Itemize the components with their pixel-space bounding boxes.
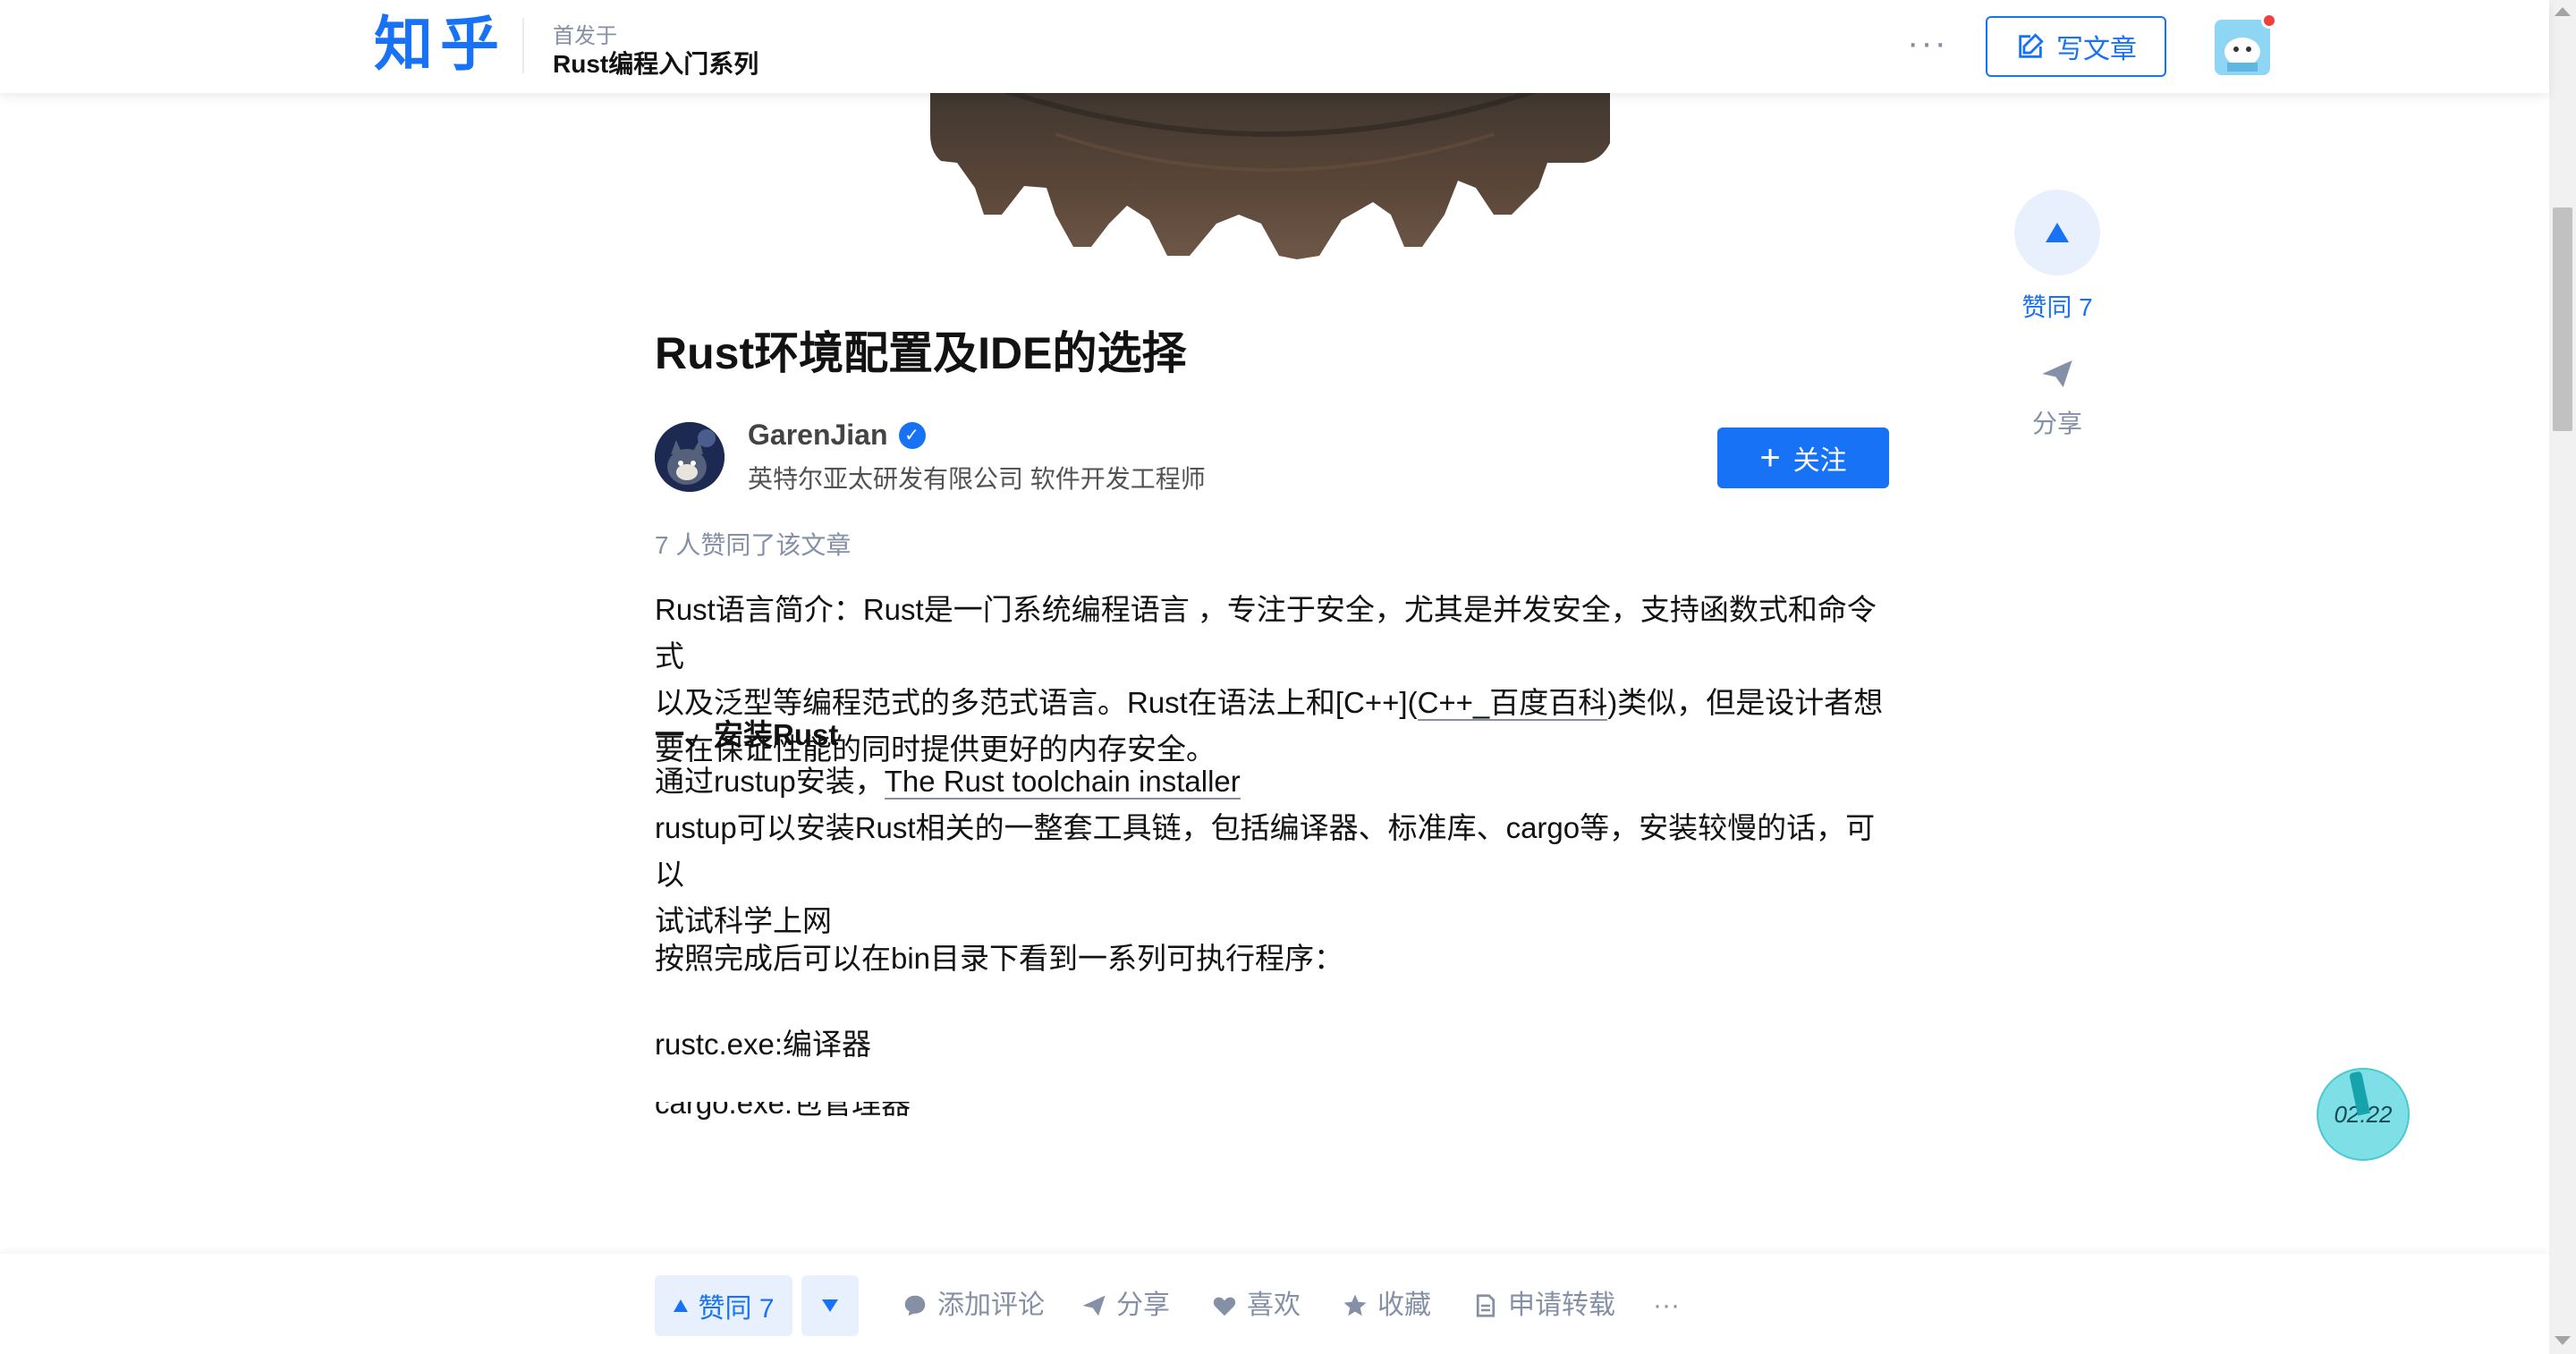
rustup-installer-link[interactable]: The Rust toolchain installer [884,765,1241,800]
scroll-down-arrow[interactable] [2555,1336,2571,1345]
heart-icon [1213,1297,1236,1316]
publication-title[interactable]: Rust编程入门系列 [553,45,758,80]
share-label: 分享 [1116,1291,1170,1320]
vote-up-label: 赞同 7 [698,1294,775,1324]
bottom-action-bar: 赞同 7 添加评论 分享 喜欢 收藏 申请转载 ··· [0,1254,2549,1354]
header-divider [522,18,524,73]
author-name-row: GarenJian ✓ [748,419,926,452]
collect-button[interactable]: 收藏 [1342,1288,1431,1324]
repost-request-button[interactable]: 申请转载 [1472,1288,1615,1324]
top-navbar: 知乎 首发于 Rust编程入门系列 ··· 写文章 [0,0,2549,93]
side-vote-up-button[interactable] [2014,190,2100,275]
paper-plane-icon[interactable] [2039,356,2075,392]
triangle-up-icon [674,1299,689,1312]
author-avatar[interactable] [655,422,724,492]
edit-icon [2019,33,2044,58]
more-menu-button[interactable]: ··· [1907,25,1948,61]
like-label: 喜欢 [1247,1291,1301,1320]
article-cover-image [930,80,1610,259]
rustc-paragraph: rustc.exe:编译器 [655,1028,872,1061]
comment-bubble-icon [904,1295,926,1316]
scroll-up-arrow[interactable] [2555,7,2571,16]
rustup-paragraph: rustup可以安装Rust相关的一整套工具链，包括编译器、标准库、cargo等… [655,805,1889,944]
side-share-label[interactable]: 分享 [1996,404,2118,440]
follow-label: 关注 [1792,446,1847,476]
install-prefix: 通过rustup安装， [655,765,885,798]
plus-icon: + [1759,438,1781,478]
vote-down-button[interactable] [801,1275,859,1336]
follow-button[interactable]: + 关注 [1717,427,1889,488]
user-avatar[interactable] [2215,20,2270,75]
like-button[interactable]: 喜欢 [1211,1288,1301,1324]
zhihu-article-page: 知乎 首发于 Rust编程入门系列 ··· 写文章 Rust环境配置及IDE的选… [0,0,2576,1354]
repost-request-label: 申请转载 [1508,1291,1615,1320]
triangle-up-icon [2046,223,2069,242]
cut-off-line: cargo.exe:包管理器 [655,1102,911,1120]
zhihu-logo[interactable]: 知乎 [374,9,506,80]
more-actions-button[interactable]: ··· [1653,1288,1680,1324]
scrollbar-thumb[interactable] [2553,207,2572,431]
add-comment-button[interactable]: 添加评论 [902,1288,1045,1324]
side-vote-label[interactable]: 赞同 7 [1996,288,2118,324]
avatar-image [2215,20,2270,75]
add-comment-label: 添加评论 [937,1291,1045,1320]
collect-label: 收藏 [1377,1291,1431,1320]
bin-paragraph: 按照完成后可以在bin目录下看到一系列可执行程序： [655,942,1344,975]
vote-up-button[interactable]: 赞同 7 [655,1275,792,1336]
scrollbar-track[interactable] [2549,0,2576,1354]
document-icon [1476,1294,1496,1317]
triangle-down-icon [822,1299,838,1312]
write-article-label: 写文章 [2056,35,2137,64]
star-icon [1343,1294,1367,1316]
author-bio: 英特尔亚太研发有限公司 软件开发工程师 [748,465,1206,493]
rustup-line-1: rustup可以安装Rust相关的一整套工具链，包括编译器、标准库、cargo等… [655,811,1876,891]
vote-summary[interactable]: 7 人赞同了该文章 [655,526,851,562]
install-paragraph: 通过rustup安装，The Rust toolchain installer [655,758,1889,805]
author-avatar-image [655,422,724,492]
cut-off-paragraph: cargo.exe:包管理器 [655,1102,1889,1127]
paper-plane-icon [1082,1295,1106,1316]
more-actions-label: ··· [1653,1291,1680,1320]
write-article-button[interactable]: 写文章 [1986,16,2166,77]
section-heading: 一、安装Rust [655,718,839,751]
intro-line-1: Rust语言简介：Rust是一门系统编程语言 ，专注于安全，尤其是并发安全，支持… [655,593,1877,673]
share-button[interactable]: 分享 [1080,1288,1170,1324]
article-title: Rust环境配置及IDE的选择 [655,328,1187,378]
author-name[interactable]: GarenJian [748,419,888,452]
verified-check-icon: ✓ [898,421,926,449]
notification-dot [2261,13,2277,29]
